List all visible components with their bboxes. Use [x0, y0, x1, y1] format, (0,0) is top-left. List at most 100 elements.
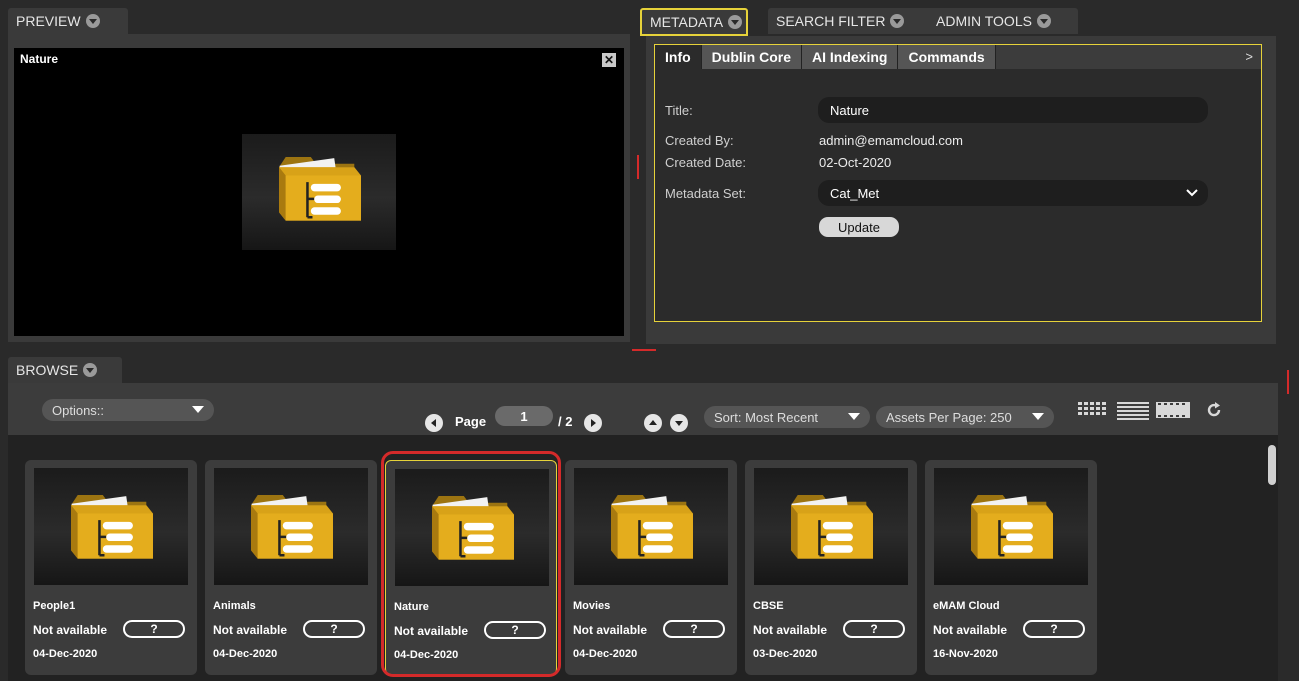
metadata-tab-label: METADATA [650, 14, 724, 30]
folder-icon [966, 488, 1058, 564]
created-date-label: Created Date: [665, 155, 746, 170]
asset-status: Not available [933, 623, 1008, 637]
chevron-down-icon[interactable] [890, 14, 905, 28]
asset-card[interactable]: People1 Not available ? 04-Dec-2020 [25, 460, 197, 675]
tab-search-filter[interactable]: SEARCH FILTER [768, 8, 934, 34]
next-page-icon[interactable] [584, 414, 602, 432]
title-label: Title: [665, 103, 693, 118]
asset-thumbnail[interactable] [574, 468, 728, 585]
close-icon[interactable]: ✕ [602, 53, 616, 67]
chevron-down-icon[interactable] [83, 363, 98, 377]
search-filter-tab-label: SEARCH FILTER [776, 13, 886, 29]
asset-card[interactable]: Movies Not available ? 04-Dec-2020 [565, 460, 737, 675]
asset-name: eMAM Cloud [933, 600, 1000, 612]
asset-thumbnail[interactable] [754, 468, 908, 585]
scrollbar[interactable] [1268, 445, 1276, 485]
rating-button[interactable]: ? [663, 620, 725, 638]
previous-page-icon[interactable] [425, 414, 443, 432]
sort-dropdown[interactable]: Sort: Most Recent [704, 406, 870, 428]
subtab-info-label: Info [665, 49, 691, 65]
asset-card[interactable]: eMAM Cloud Not available ? 16-Nov-2020 [925, 460, 1097, 675]
vertical-splitter-handle[interactable] [637, 155, 639, 179]
asset-name: Movies [573, 600, 611, 612]
metadata-inner: Info Dublin Core AI Indexing Commands > … [654, 44, 1262, 322]
list-view-icon[interactable] [1117, 402, 1149, 420]
asset-card[interactable]: CBSE Not available ? 03-Dec-2020 [745, 460, 917, 675]
created-by-value: admin@emamcloud.com [819, 133, 963, 148]
page-total: / 2 [558, 414, 573, 429]
sort-descending-icon[interactable] [670, 414, 688, 432]
sort-ascending-icon[interactable] [644, 414, 662, 432]
asset-date: 16-Nov-2020 [933, 648, 998, 660]
page-label: Page [455, 414, 487, 429]
page-number-input[interactable]: 1 [495, 406, 553, 426]
folder-icon [274, 150, 366, 226]
asset-thumbnail[interactable] [34, 468, 188, 585]
subtab-dublin-core-label: Dublin Core [711, 49, 791, 65]
caret-down-icon [1032, 413, 1044, 420]
folder-icon [786, 488, 878, 564]
subtab-dublin-core[interactable]: Dublin Core [701, 45, 802, 69]
chevron-down-icon[interactable] [1036, 14, 1051, 28]
rating-button[interactable]: ? [1023, 620, 1085, 638]
caret-down-icon [848, 413, 860, 420]
admin-tools-tab-label: ADMIN TOOLS [936, 13, 1032, 29]
rating-button[interactable]: ? [843, 620, 905, 638]
title-field[interactable]: Nature [818, 97, 1208, 123]
asset-date: 04-Dec-2020 [573, 648, 638, 660]
subtab-commands-label: Commands [908, 49, 985, 65]
right-splitter-handle[interactable] [1287, 370, 1289, 394]
created-date-value: 02-Oct-2020 [819, 155, 892, 170]
chevron-down-icon[interactable] [728, 15, 743, 29]
chevron-down-icon [1186, 189, 1198, 197]
folder-icon [246, 488, 338, 564]
asset-thumbnail[interactable] [214, 468, 368, 585]
tab-preview[interactable]: PREVIEW [8, 8, 128, 34]
asset-status: Not available [753, 623, 828, 637]
preview-viewer: Nature ✕ [14, 48, 624, 336]
asset-thumbnail[interactable] [934, 468, 1088, 585]
metadata-panel: Info Dublin Core AI Indexing Commands > … [646, 36, 1276, 344]
subtab-commands[interactable]: Commands [898, 45, 996, 69]
metadata-set-select[interactable]: Cat_Met [818, 180, 1208, 206]
metadata-subtab-bar: Info Dublin Core AI Indexing Commands > [655, 45, 1261, 69]
grid-view-icon[interactable] [1078, 402, 1108, 420]
metadata-set-value: Cat_Met [830, 185, 880, 201]
horizontal-splitter-handle[interactable] [632, 349, 656, 351]
options-dropdown[interactable]: Options:: [42, 399, 214, 421]
metadata-set-label: Metadata Set: [665, 186, 746, 201]
refresh-icon[interactable] [1206, 402, 1222, 418]
caret-down-icon [192, 406, 204, 413]
asset-date: 03-Dec-2020 [753, 648, 818, 660]
asset-status: Not available [573, 623, 648, 637]
tab-metadata[interactable]: METADATA [640, 8, 748, 36]
folder-icon [606, 488, 698, 564]
tab-browse[interactable]: BROWSE [8, 357, 122, 383]
browse-tab-label: BROWSE [16, 362, 79, 378]
subtab-info[interactable]: Info [655, 45, 702, 69]
preview-tab-label: PREVIEW [16, 13, 81, 29]
rating-button[interactable]: ? [123, 620, 185, 638]
options-label: Options:: [52, 402, 105, 418]
update-button[interactable]: Update [819, 217, 899, 237]
filmstrip-view-icon[interactable] [1156, 402, 1190, 420]
chevron-down-icon[interactable] [85, 14, 100, 28]
subtab-ai-indexing[interactable]: AI Indexing [802, 45, 899, 69]
asset-name: CBSE [753, 600, 784, 612]
sort-label: Sort: Most Recent [714, 409, 819, 425]
asset-status: Not available [213, 623, 288, 637]
preview-thumbnail [242, 134, 396, 250]
asset-date: 04-Dec-2020 [213, 648, 278, 660]
rating-button[interactable]: ? [303, 620, 365, 638]
asset-status: Not available [33, 623, 108, 637]
assets-per-page-dropdown[interactable]: Assets Per Page: 250 [876, 406, 1054, 428]
subtab-ai-indexing-label: AI Indexing [812, 49, 888, 65]
selection-highlight [381, 451, 561, 677]
more-tabs-arrow[interactable]: > [1245, 49, 1253, 64]
asset-date: 04-Dec-2020 [33, 648, 98, 660]
asset-name: Animals [213, 600, 256, 612]
tab-admin-tools[interactable]: ADMIN TOOLS [928, 8, 1078, 34]
asset-card[interactable]: Animals Not available ? 04-Dec-2020 [205, 460, 377, 675]
asset-name: People1 [33, 600, 76, 612]
folder-icon [66, 488, 158, 564]
